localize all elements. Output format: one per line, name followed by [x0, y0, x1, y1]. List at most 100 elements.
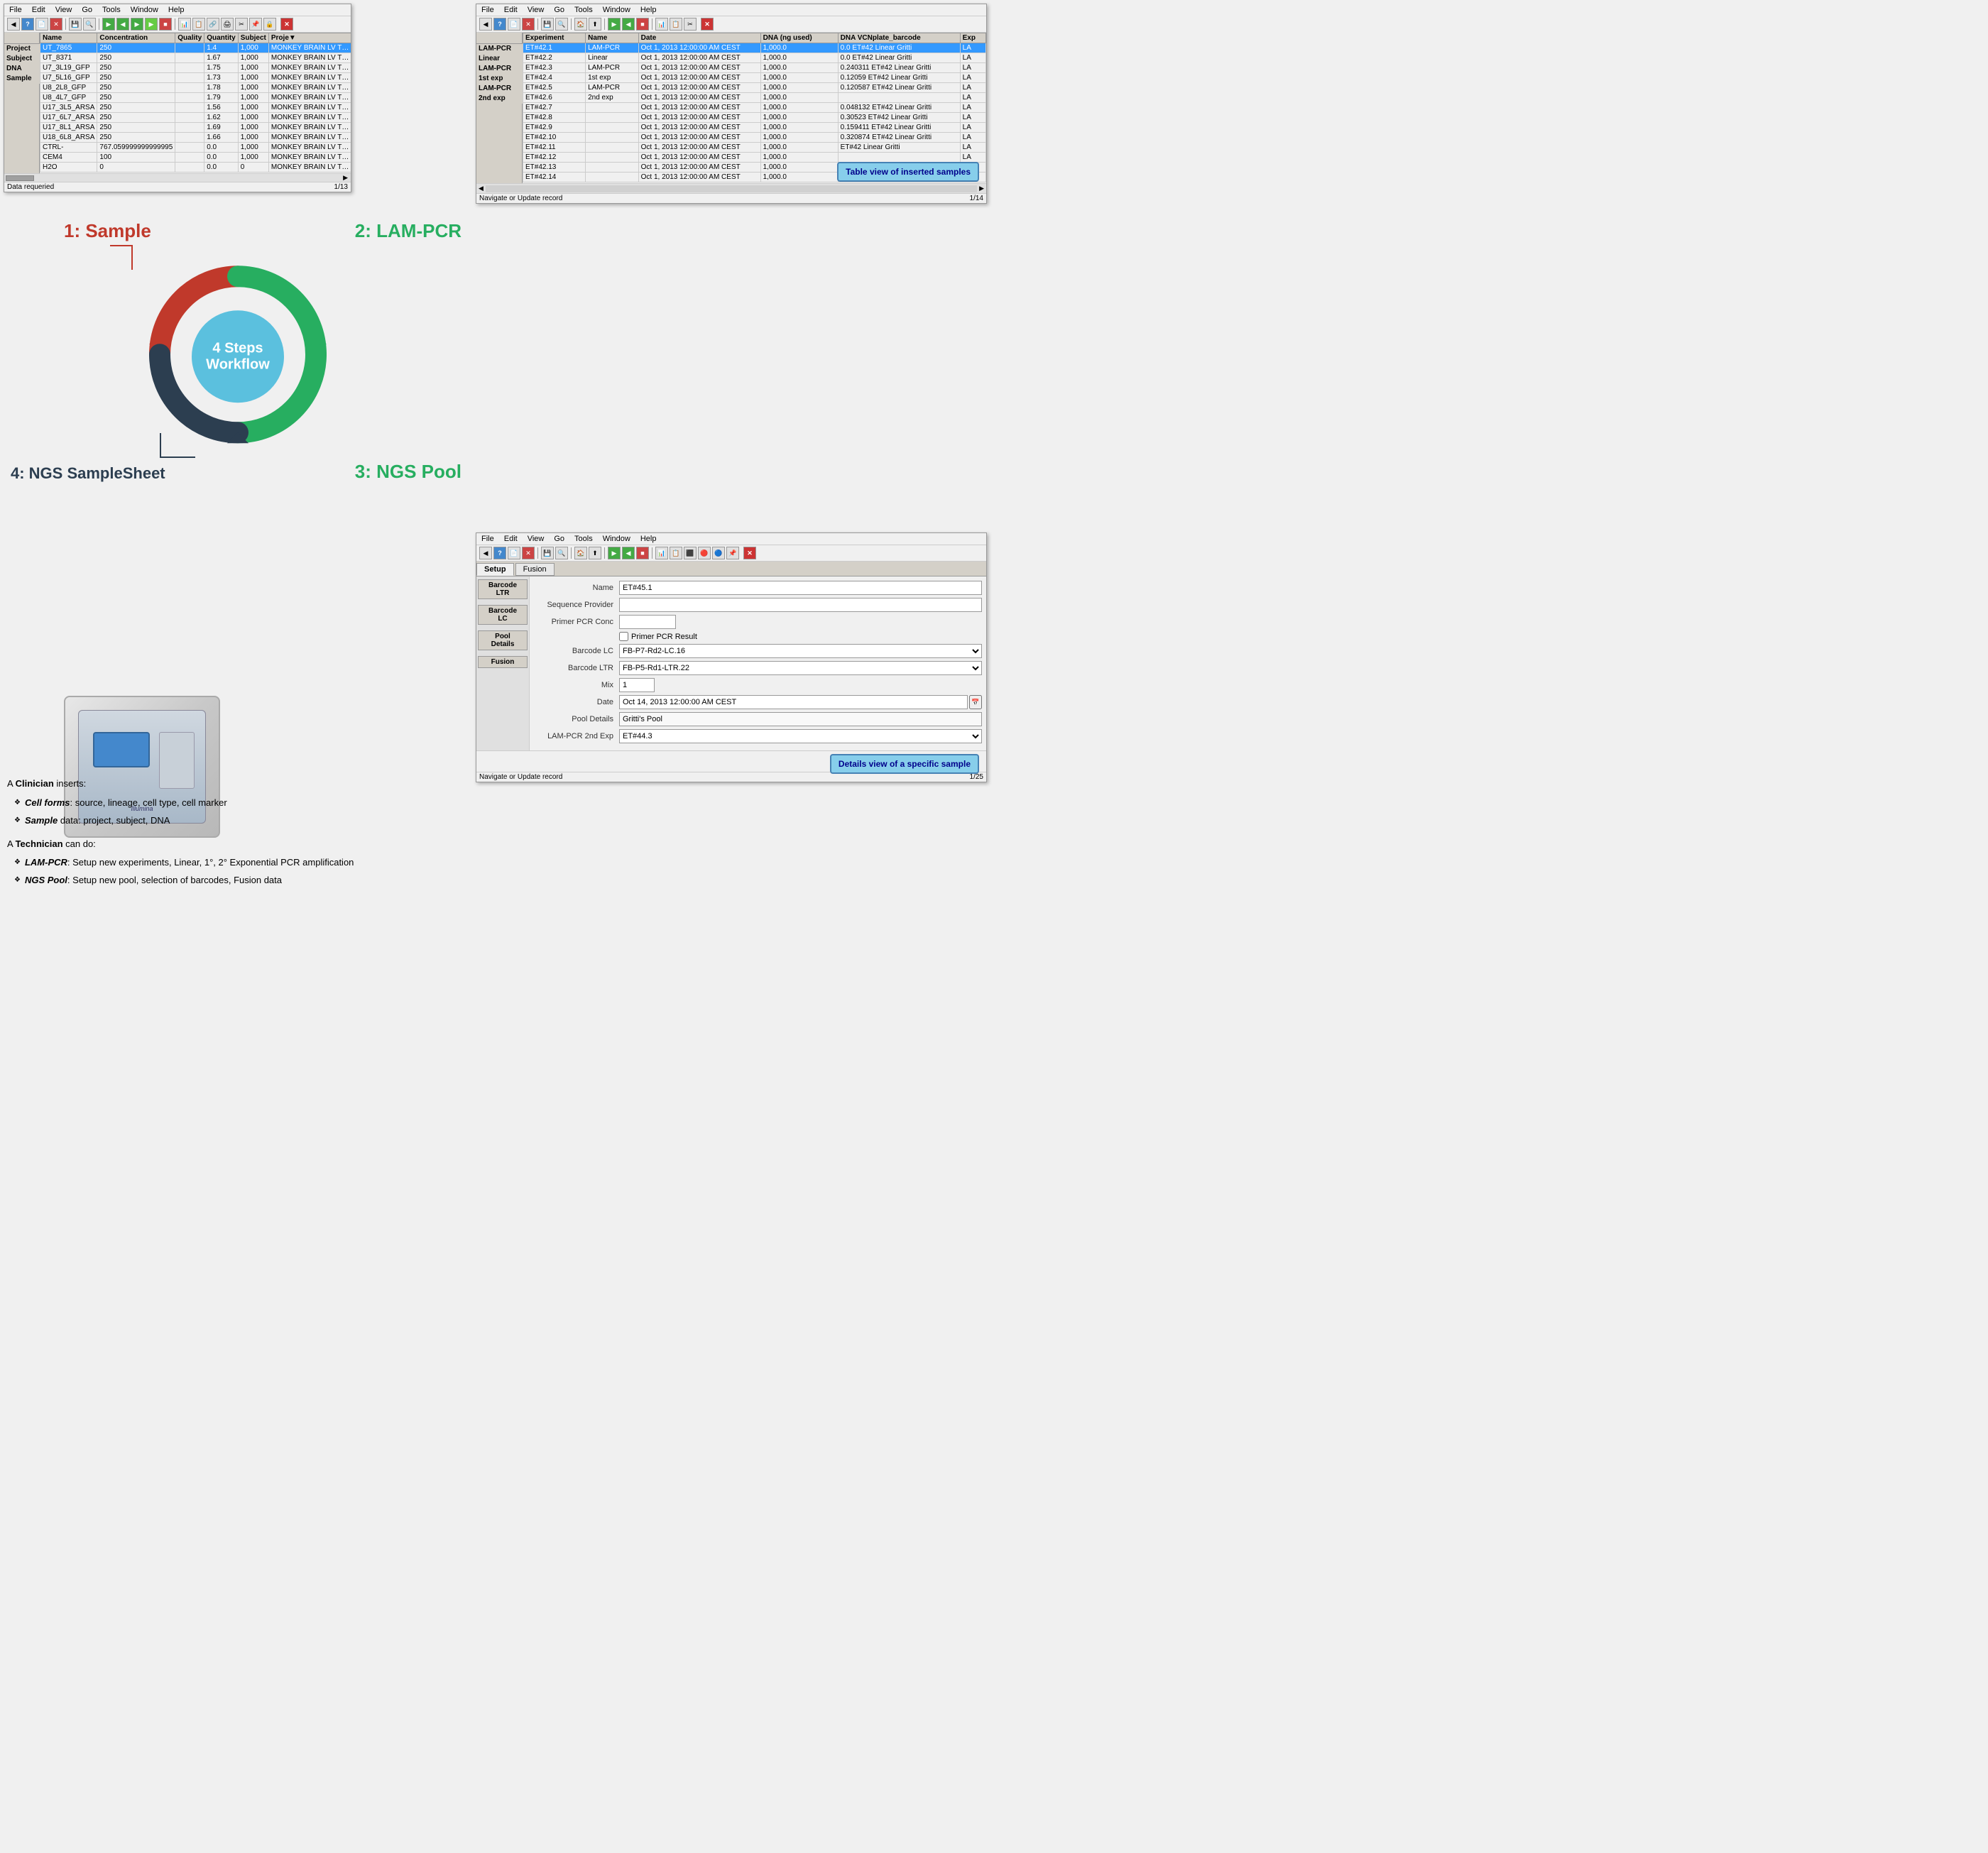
tr-menu-file[interactable]: File	[479, 5, 496, 15]
red-btn[interactable]: ■	[159, 18, 172, 31]
tb3[interactable]: 🔗	[207, 18, 219, 31]
table-row[interactable]: ET#42.8 Oct 1, 2013 12:00:00 AM CEST 1,0…	[523, 113, 986, 123]
green1-btn[interactable]: ▶	[102, 18, 115, 31]
tr-menu-view[interactable]: View	[525, 5, 547, 15]
table-row[interactable]: ET#42.3 LAM-PCR Oct 1, 2013 12:00:00 AM …	[523, 63, 986, 73]
br-menu-window[interactable]: Window	[601, 534, 633, 544]
tr-help-btn[interactable]: ?	[493, 18, 506, 31]
tr-scrollbar[interactable]: ◀ ▶ Table view of inserted samples	[476, 183, 986, 193]
menu-window[interactable]: Window	[129, 5, 160, 15]
tb1[interactable]: 📊	[178, 18, 191, 31]
table-row[interactable]: UT_7865 250 1.4 1,000 MONKEY BRAIN LV TR…	[40, 43, 351, 53]
br-nav1[interactable]: 🏠	[574, 547, 587, 559]
table-row[interactable]: ET#42.1 LAM-PCR Oct 1, 2013 12:00:00 AM …	[523, 43, 986, 53]
tr-menu-edit[interactable]: Edit	[502, 5, 520, 15]
tr-save-btn[interactable]: 💾	[541, 18, 554, 31]
table-row[interactable]: CEM4 100 0.0 1,000 MONKEY BRAIN LV TREAT…	[40, 153, 351, 163]
br-tb3[interactable]: ⬛	[684, 547, 697, 559]
green2-btn[interactable]: ◀	[116, 18, 129, 31]
table-row[interactable]: ET#42.13 Oct 1, 2013 12:00:00 AM CEST 1,…	[523, 163, 986, 173]
table-row[interactable]: U7_3L19_GFP 250 1.75 1,000 MONKEY BRAIN …	[40, 63, 351, 73]
name-input[interactable]	[619, 581, 982, 595]
menu-go[interactable]: Go	[80, 5, 94, 15]
primer-result-checkbox[interactable]	[619, 632, 628, 641]
table-row[interactable]: U17_3L5_ARSA 250 1.56 1,000 MONKEY BRAIN…	[40, 103, 351, 113]
tb5[interactable]: ✂	[235, 18, 248, 31]
tr-menu-tools[interactable]: Tools	[572, 5, 595, 15]
tr-menu-window[interactable]: Window	[601, 5, 633, 15]
br-menu-help[interactable]: Help	[638, 534, 659, 544]
tr-tb1[interactable]: 📊	[655, 18, 668, 31]
br-tb5[interactable]: 🔵	[712, 547, 725, 559]
help-btn[interactable]: ?	[21, 18, 34, 31]
br-tb1[interactable]: 📊	[655, 547, 668, 559]
tr-tb2[interactable]: 📋	[670, 18, 682, 31]
tr-search-btn[interactable]: 🔍	[555, 18, 568, 31]
delete-btn[interactable]: ✕	[50, 18, 62, 31]
horizontal-scrollbar[interactable]: ▶	[4, 173, 351, 182]
br-menu-view[interactable]: View	[525, 534, 547, 544]
table-row[interactable]: U8_2L8_GFP 250 1.78 1,000 MONKEY BRAIN L…	[40, 83, 351, 93]
barcode-lc-select[interactable]: FB-P7-Rd2-LC.16	[619, 644, 982, 658]
sidebar-barcode-lc[interactable]: BarcodeLC	[478, 605, 528, 625]
tb7[interactable]: 🔒	[263, 18, 276, 31]
br-menu-tools[interactable]: Tools	[572, 534, 595, 544]
seq-provider-input[interactable]	[619, 598, 982, 612]
sidebar-fusion[interactable]: Fusion	[478, 656, 528, 668]
tr-nav-btn[interactable]: 🏠	[574, 18, 587, 31]
tb6[interactable]: 📌	[249, 18, 262, 31]
table-row[interactable]: ET#42.7 Oct 1, 2013 12:00:00 AM CEST 1,0…	[523, 103, 986, 113]
menu-view[interactable]: View	[53, 5, 75, 15]
tr-delete-btn[interactable]: ✕	[522, 18, 535, 31]
table-row[interactable]: UT_8371 250 1.67 1,000 MONKEY BRAIN LV T…	[40, 53, 351, 63]
table-row[interactable]: U7_5L16_GFP 250 1.73 1,000 MONKEY BRAIN …	[40, 73, 351, 83]
save-btn[interactable]: 💾	[69, 18, 82, 31]
lam-pcr-select[interactable]: ET#44.3	[619, 729, 982, 743]
br-delete-btn[interactable]: ✕	[522, 547, 535, 559]
table-row[interactable]: U8_4L7_GFP 250 1.79 1,000 MONKEY BRAIN L…	[40, 93, 351, 103]
br-menu-file[interactable]: File	[479, 534, 496, 544]
br-tb2[interactable]: 📋	[670, 547, 682, 559]
table-row[interactable]: U18_6L8_ARSA 250 1.66 1,000 MONKEY BRAIN…	[40, 133, 351, 143]
br-search-btn[interactable]: 🔍	[555, 547, 568, 559]
tr-menu-help[interactable]: Help	[638, 5, 659, 15]
br-help-btn[interactable]: ?	[493, 547, 506, 559]
tr-nav2-btn[interactable]: ⬆	[589, 18, 601, 31]
table-row[interactable]: U17_6L7_ARSA 250 1.62 1,000 MONKEY BRAIN…	[40, 113, 351, 123]
tr-tb3[interactable]: ✂	[684, 18, 697, 31]
table-row[interactable]: ET#42.5 LAM-PCR Oct 1, 2013 12:00:00 AM …	[523, 83, 986, 93]
top-left-table-scroll[interactable]: Name Concentration Quality Quantity Subj…	[40, 33, 351, 173]
close-x-btn[interactable]: ✕	[280, 18, 293, 31]
table-row[interactable]: ET#42.14 Oct 1, 2013 12:00:00 AM CEST 1,…	[523, 173, 986, 182]
br-green1-btn[interactable]: ▶	[608, 547, 621, 559]
br-menu-edit[interactable]: Edit	[502, 534, 520, 544]
br-red-btn[interactable]: ■	[636, 547, 649, 559]
tr-red-btn[interactable]: ■	[636, 18, 649, 31]
menu-tools[interactable]: Tools	[100, 5, 123, 15]
br-nav2[interactable]: ⬆	[589, 547, 601, 559]
new-btn[interactable]: 📄	[36, 18, 48, 31]
menu-file[interactable]: File	[7, 5, 24, 15]
table-row[interactable]: H2O 0 0.0 0 MONKEY BRAIN LV TREATED 1...…	[40, 163, 351, 173]
table-row[interactable]: ET#42.6 2nd exp Oct 1, 2013 12:00:00 AM …	[523, 93, 986, 103]
green3-btn[interactable]: ▶	[131, 18, 143, 31]
table-row[interactable]: U17_8L1_ARSA 250 1.69 1,000 MONKEY BRAIN…	[40, 123, 351, 133]
br-tb4[interactable]: 🔴	[698, 547, 711, 559]
br-green2-btn[interactable]: ◀	[622, 547, 635, 559]
mix-input[interactable]	[619, 678, 655, 692]
br-close-x-btn[interactable]: ✕	[743, 547, 756, 559]
tr-new-btn[interactable]: 📄	[508, 18, 520, 31]
table-row[interactable]: CTRL- 767.059999999999995 0.0 1,000 MONK…	[40, 143, 351, 153]
back-btn[interactable]: ◀	[7, 18, 20, 31]
tr-back-btn[interactable]: ◀	[479, 18, 492, 31]
tb2[interactable]: 📋	[192, 18, 205, 31]
search-btn[interactable]: 🔍	[83, 18, 96, 31]
tr-close-x-btn[interactable]: ✕	[701, 18, 714, 31]
date-picker-btn[interactable]: 📅	[969, 695, 982, 709]
table-row[interactable]: ET#42.2 Linear Oct 1, 2013 12:00:00 AM C…	[523, 53, 986, 63]
sidebar-barcode-ltr[interactable]: BarcodeLTR	[478, 579, 528, 599]
green4-btn[interactable]: ▶	[145, 18, 158, 31]
tr-green2-btn[interactable]: ◀	[622, 18, 635, 31]
pool-details-input[interactable]	[619, 712, 982, 726]
table-row[interactable]: ET#42.4 1st exp Oct 1, 2013 12:00:00 AM …	[523, 73, 986, 83]
